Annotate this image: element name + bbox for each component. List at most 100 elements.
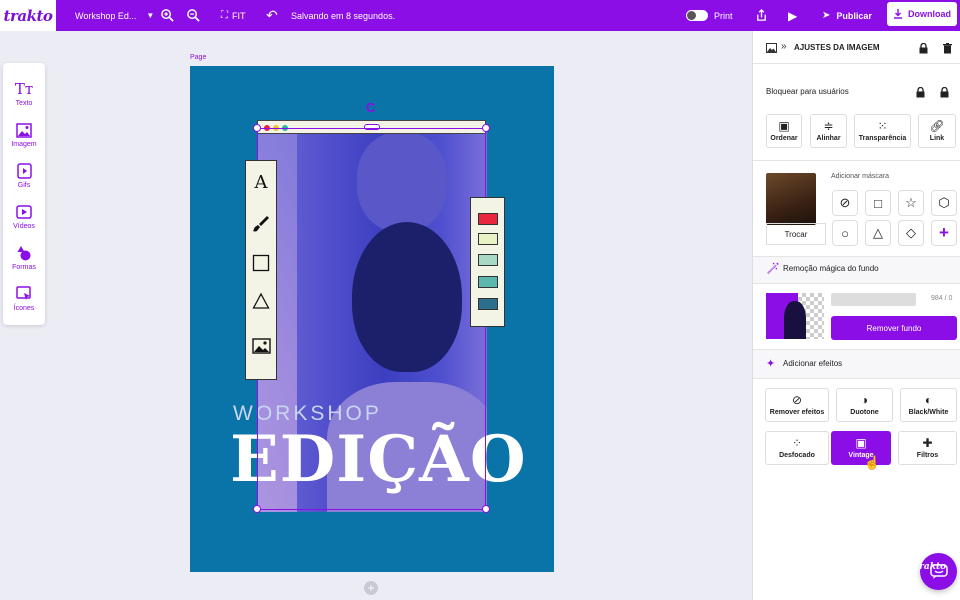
layers-icon: ▣ bbox=[778, 119, 790, 133]
tool-videos[interactable]: Vídeos bbox=[3, 199, 45, 239]
effect-label: Duotone bbox=[850, 409, 879, 416]
transparency-label: Transparência bbox=[858, 135, 907, 142]
logo[interactable]: trakto bbox=[0, 0, 56, 31]
filters-icon: ✚ bbox=[922, 436, 933, 450]
brush-tool-icon[interactable] bbox=[246, 209, 276, 239]
floating-palette bbox=[470, 197, 505, 327]
divider bbox=[753, 160, 960, 161]
blur-icon: ⁘ bbox=[791, 436, 803, 450]
divider bbox=[753, 283, 960, 284]
image-icon bbox=[15, 121, 33, 139]
lock-icon[interactable] bbox=[919, 41, 928, 59]
triangle-tool-icon[interactable] bbox=[246, 286, 276, 316]
lock-icon[interactable] bbox=[940, 85, 949, 103]
corner-handle[interactable] bbox=[253, 124, 261, 132]
chat-logo-text: trakto bbox=[915, 562, 947, 572]
effect-duotone-button[interactable]: ◑ Duotone bbox=[836, 388, 893, 422]
corner-handle[interactable] bbox=[253, 505, 261, 513]
mask-triangle-button[interactable]: △ bbox=[865, 220, 891, 246]
tool-image[interactable]: Imagem bbox=[3, 117, 45, 157]
lock-users-label: Bloquear para usuários bbox=[766, 87, 849, 96]
chevron-right-icon: » bbox=[781, 41, 787, 52]
align-button[interactable]: ≑ Alinhar bbox=[810, 114, 847, 148]
bg-removal-title: Remoção mágica do fundo bbox=[783, 264, 879, 273]
zoom-in-button[interactable] bbox=[160, 0, 175, 31]
link-label: Link bbox=[929, 135, 945, 142]
tool-label: Ícones bbox=[13, 305, 35, 312]
fit-label: FIT bbox=[232, 10, 246, 21]
download-button[interactable]: Download bbox=[887, 2, 957, 26]
rotate-handle-icon[interactable]: C bbox=[366, 100, 375, 115]
undo-button[interactable]: ↶ bbox=[266, 0, 278, 31]
swap-image-button[interactable]: Trocar bbox=[766, 223, 826, 245]
mask-none-button[interactable]: ⊘ bbox=[832, 190, 858, 216]
mask-add-button[interactable]: + bbox=[931, 220, 957, 246]
effect-blur-button[interactable]: ⁘ Desfocado bbox=[765, 431, 829, 465]
silhouette bbox=[784, 301, 806, 339]
effect-filters-button[interactable]: ✚ Filtros bbox=[898, 431, 957, 465]
swatch-3[interactable] bbox=[478, 254, 498, 266]
floating-toolbar: A bbox=[245, 160, 277, 380]
print-label: Print bbox=[714, 10, 733, 21]
corner-handle[interactable] bbox=[482, 124, 490, 132]
mask-diamond-button[interactable]: ◇ bbox=[898, 220, 924, 246]
gif-icon bbox=[15, 162, 33, 180]
selection-frame[interactable] bbox=[257, 128, 486, 510]
add-page-button[interactable]: + bbox=[364, 581, 378, 595]
swatch-1[interactable] bbox=[478, 213, 498, 225]
text-tool-icon[interactable]: A bbox=[246, 167, 276, 197]
text-icon: Tт bbox=[14, 80, 34, 98]
rectangle-tool-icon[interactable] bbox=[246, 248, 276, 278]
tool-label: Formas bbox=[12, 264, 36, 271]
document-title: Workshop Ed... bbox=[75, 10, 137, 21]
document-title-dropdown[interactable]: Workshop Ed... ▼ bbox=[75, 0, 154, 31]
tool-gifs[interactable]: Gifs bbox=[3, 158, 45, 198]
shapes-icon bbox=[15, 244, 33, 262]
zoom-out-button[interactable] bbox=[186, 0, 201, 31]
play-button[interactable]: ▶ bbox=[788, 0, 797, 31]
chevron-down-icon: ▼ bbox=[146, 11, 155, 20]
tool-text[interactable]: Tт Texto bbox=[3, 76, 45, 116]
tool-shapes[interactable]: Formas bbox=[3, 240, 45, 280]
black-white-icon: ◐ bbox=[924, 393, 933, 407]
effect-remove-button[interactable]: ⊘ Remover efeitos bbox=[765, 388, 829, 422]
mask-circle-button[interactable]: ○ bbox=[832, 220, 858, 246]
share-button[interactable] bbox=[755, 0, 768, 31]
lock-icon[interactable] bbox=[916, 85, 925, 103]
tool-label: Imagem bbox=[11, 141, 37, 148]
tool-icons[interactable]: Ícones bbox=[3, 281, 45, 321]
effect-label: Desfocado bbox=[779, 452, 815, 459]
tool-label: Texto bbox=[15, 100, 33, 107]
video-icon bbox=[15, 203, 33, 221]
panel-title: AJUSTES DA IMAGEM bbox=[794, 43, 880, 52]
save-status-text: Salvando em 8 segundos. bbox=[291, 10, 396, 21]
transparency-button[interactable]: ⁙ Transparência bbox=[854, 114, 911, 148]
image-icon bbox=[766, 43, 777, 53]
remove-background-button[interactable]: Remover fundo bbox=[831, 316, 957, 340]
image-thumbnail bbox=[766, 173, 816, 225]
effect-bw-button[interactable]: ◐ Black/White bbox=[900, 388, 957, 422]
align-icon: ≑ bbox=[823, 119, 834, 133]
toggle-switch[interactable] bbox=[686, 10, 708, 21]
corner-handle[interactable] bbox=[482, 505, 490, 513]
print-toggle[interactable]: Print bbox=[686, 0, 733, 31]
tool-label: Vídeos bbox=[13, 223, 35, 230]
image-tool-icon[interactable] bbox=[246, 331, 276, 361]
order-button[interactable]: ▣ Ordenar bbox=[766, 114, 802, 148]
align-label: Alinhar bbox=[816, 135, 841, 142]
swatch-4[interactable] bbox=[478, 276, 498, 288]
effect-vintage-button[interactable]: ▣ Vintage bbox=[831, 431, 891, 465]
swatch-2[interactable] bbox=[478, 233, 498, 245]
mask-square-button[interactable]: □ bbox=[865, 190, 891, 216]
link-button[interactable]: 🔗︎ Link bbox=[918, 114, 956, 148]
swatch-5[interactable] bbox=[478, 298, 498, 310]
fit-button[interactable]: ⛶ FIT bbox=[221, 0, 246, 31]
image-settings-panel: » AJUSTES DA IMAGEM Bloquear para usuári… bbox=[752, 31, 960, 600]
trash-icon[interactable] bbox=[943, 41, 952, 59]
effects-title: Adicionar efeitos bbox=[783, 359, 843, 368]
publish-button[interactable]: ➤ Publicar bbox=[822, 0, 872, 31]
mask-hexagon-button[interactable]: ⬡ bbox=[931, 190, 957, 216]
mask-star-button[interactable]: ☆ bbox=[898, 190, 924, 216]
effect-label: Remover efeitos bbox=[769, 409, 825, 416]
zoom-in-icon bbox=[161, 9, 174, 22]
